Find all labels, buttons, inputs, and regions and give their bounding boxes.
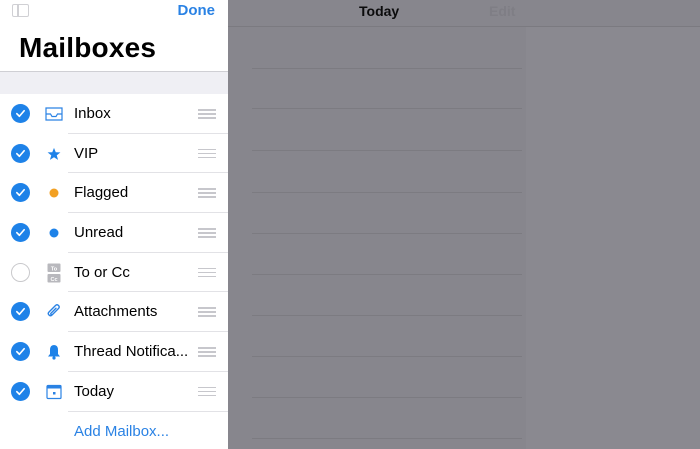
mailbox-label: Flagged <box>74 184 129 202</box>
calendar-icon <box>43 381 65 403</box>
checkbox-checked-icon[interactable] <box>11 302 30 322</box>
list-divider <box>252 274 522 275</box>
mailbox-list: Inbox VIP Flagged Unread To Cc To or Cc … <box>0 94 228 412</box>
reorder-handle-icon[interactable] <box>198 307 216 317</box>
svg-text:To: To <box>51 266 58 272</box>
checkbox-checked-icon[interactable] <box>11 143 30 163</box>
mailbox-label: Unread <box>74 224 124 242</box>
mailbox-label: VIP <box>74 144 99 162</box>
flag-dot-icon <box>43 182 65 204</box>
mailbox-row-today[interactable]: Today <box>0 372 228 412</box>
svg-text:Cc: Cc <box>50 277 57 283</box>
reorder-handle-icon[interactable] <box>198 109 216 119</box>
list-divider <box>252 68 522 69</box>
mailbox-label: To or Cc <box>74 263 130 281</box>
list-divider <box>252 192 522 193</box>
reorder-handle-icon[interactable] <box>198 347 216 357</box>
reorder-handle-icon[interactable] <box>198 386 216 397</box>
list-divider <box>252 108 522 109</box>
reorder-handle-icon[interactable] <box>198 188 216 198</box>
list-divider <box>252 356 522 357</box>
mailbox-row-unread[interactable]: Unread <box>0 213 228 253</box>
mailbox-label: Attachments <box>74 303 158 321</box>
list-divider <box>252 315 522 316</box>
mailbox-row-flagged[interactable]: Flagged <box>0 173 228 213</box>
mailboxes-topbar: Done <box>0 0 228 22</box>
list-divider <box>252 233 522 234</box>
inbox-icon <box>43 103 65 125</box>
reorder-handle-icon[interactable] <box>198 228 216 238</box>
message-list-title: Today <box>359 3 400 19</box>
mailbox-row-thread-notifications[interactable]: Thread Notifica... <box>0 332 228 372</box>
list-divider <box>252 150 522 151</box>
message-detail-pane <box>526 27 700 449</box>
mailbox-label: Today <box>74 382 115 400</box>
section-separator <box>0 71 228 94</box>
star-icon <box>43 143 65 165</box>
reorder-handle-icon[interactable] <box>198 148 216 159</box>
paperclip-icon <box>43 301 65 323</box>
mailboxes-panel: Done Mailboxes Inbox VIP Flagged Unread … <box>0 0 228 449</box>
message-list-topbar: Today Edit <box>228 0 700 27</box>
mailbox-row-inbox[interactable]: Inbox <box>0 94 228 134</box>
mailbox-row-attachments[interactable]: Attachments <box>0 292 228 332</box>
reorder-handle-icon[interactable] <box>198 267 216 278</box>
mailbox-row-vip[interactable]: VIP <box>0 134 228 174</box>
page-title: Mailboxes <box>19 32 157 63</box>
mailbox-label: Inbox <box>74 105 111 122</box>
checkbox-unchecked-icon[interactable] <box>11 262 30 282</box>
mailbox-label: Thread Notifica... <box>74 343 189 361</box>
sidebar-toggle-icon[interactable] <box>12 4 29 17</box>
checkbox-checked-icon[interactable] <box>11 342 30 362</box>
message-list-panel: Today Edit <box>228 0 700 449</box>
done-button[interactable]: Done <box>178 2 216 19</box>
edit-button: Edit <box>489 3 516 19</box>
to-cc-icon: To Cc <box>43 262 65 284</box>
add-mailbox-button[interactable]: Add Mailbox... <box>74 423 169 440</box>
list-divider <box>252 397 522 398</box>
unread-dot-icon <box>43 222 65 244</box>
checkbox-checked-icon[interactable] <box>11 381 30 401</box>
bell-icon <box>43 341 65 363</box>
mailbox-row-to-or-cc[interactable]: To Cc To or Cc <box>0 253 228 293</box>
checkbox-checked-icon[interactable] <box>11 183 30 203</box>
list-divider <box>252 438 522 439</box>
checkbox-checked-icon[interactable] <box>11 104 30 123</box>
checkbox-checked-icon[interactable] <box>11 223 30 243</box>
